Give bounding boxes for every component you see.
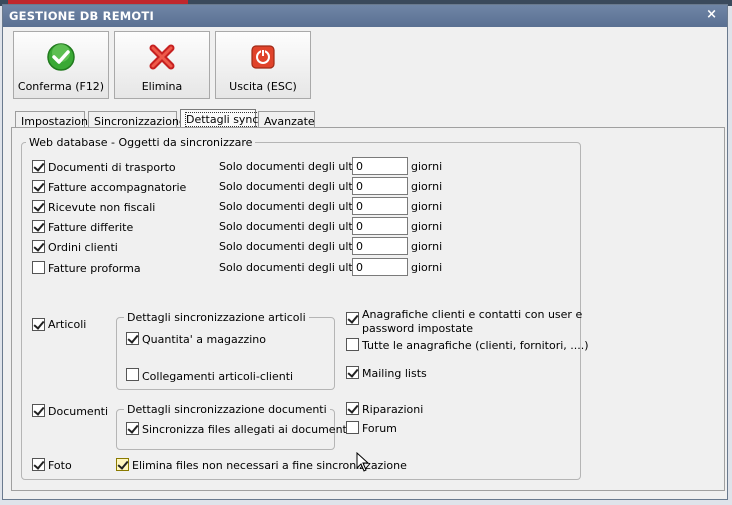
days-input[interactable] (352, 217, 408, 235)
days-prefix-label: Solo documenti degli ultimi (219, 220, 370, 233)
days-prefix-label: Solo documenti degli ultimi (219, 261, 370, 274)
days-suffix-label: giorni (411, 240, 443, 253)
tab-avanzate[interactable]: Avanzate (258, 111, 315, 128)
riparazioni-label: Riparazioni (362, 403, 424, 416)
delete-label: Elimina (141, 80, 183, 93)
delete-files-checkbox[interactable] (116, 458, 129, 471)
document-checkbox[interactable] (32, 180, 45, 193)
mailing-lists-label: Mailing lists (362, 367, 427, 380)
attached-files-label: Sincronizza files allegati ai documenti (142, 423, 350, 436)
red-x-icon (149, 44, 175, 70)
tab-panel: Web database - Oggetti da sincronizzare … (11, 127, 725, 491)
document-checkbox[interactable] (32, 160, 45, 173)
document-label: Fatture proforma (48, 262, 141, 275)
days-suffix-label: giorni (411, 180, 443, 193)
document-label: Ordini clienti (48, 241, 118, 254)
foto-label: Foto (48, 459, 72, 472)
articoli-details-title: Dettagli sincronizzazione articoli (124, 311, 309, 324)
days-input[interactable] (352, 177, 408, 195)
document-checkbox[interactable] (32, 200, 45, 213)
quantity-checkbox[interactable] (126, 332, 139, 345)
days-suffix-label: giorni (411, 200, 443, 213)
documenti-label: Documenti (48, 405, 109, 418)
tab-impostazioni[interactable]: Impostazioni (15, 111, 91, 128)
document-label: Fatture differite (48, 221, 134, 234)
tab-label: Dettagli sync (184, 112, 260, 127)
days-input[interactable] (352, 258, 408, 276)
anagrafiche-user-label-2: password impostate (362, 322, 474, 335)
documenti-details-title: Dettagli sincronizzazione documenti (124, 403, 330, 416)
days-input[interactable] (352, 197, 408, 215)
documenti-checkbox[interactable] (32, 404, 45, 417)
anagrafiche-user-checkbox[interactable] (346, 312, 359, 325)
document-label: Documenti di trasporto (48, 161, 176, 174)
days-prefix-label: Solo documenti degli ultimi (219, 180, 370, 193)
forum-label: Forum (362, 422, 397, 435)
days-suffix-label: giorni (411, 220, 443, 233)
mailing-lists-checkbox[interactable] (346, 366, 359, 379)
days-prefix-label: Solo documenti degli ultimi (219, 200, 370, 213)
document-checkbox[interactable] (32, 240, 45, 253)
days-prefix-label: Solo documenti degli ultimi (219, 160, 370, 173)
mouse-cursor-icon (356, 452, 370, 472)
days-input[interactable] (352, 157, 408, 175)
days-suffix-label: giorni (411, 160, 443, 173)
all-anagrafiche-label: Tutte le anagrafiche (clienti, fornitori… (362, 339, 589, 352)
tab-dettagli-sync[interactable]: Dettagli sync (180, 109, 260, 129)
anagrafiche-user-label-1: Anagrafiche clienti e contatti con user … (362, 308, 583, 321)
close-icon[interactable]: × (706, 7, 717, 22)
document-checkbox[interactable] (32, 220, 45, 233)
window-title: GESTIONE DB REMOTI (9, 9, 154, 23)
days-input[interactable] (352, 237, 408, 255)
article-links-checkbox[interactable] (126, 368, 139, 381)
all-anagrafiche-checkbox[interactable] (346, 338, 359, 351)
quantity-label: Quantita' a magazzino (142, 333, 267, 346)
exit-button[interactable]: Uscita (ESC) (215, 31, 311, 99)
days-prefix-label: Solo documenti degli ultimi (219, 240, 370, 253)
sync-objects-group-title: Web database - Oggetti da sincronizzare (26, 136, 256, 149)
green-check-icon (47, 43, 75, 71)
exit-label: Uscita (ESC) (229, 80, 297, 93)
riparazioni-checkbox[interactable] (346, 402, 359, 415)
articoli-label: Articoli (48, 318, 87, 331)
tab-sincronizzazione[interactable]: Sincronizzazione (88, 111, 186, 128)
power-exit-icon (251, 45, 275, 69)
title-bar: GESTIONE DB REMOTI × (3, 5, 727, 27)
confirm-label: Conferma (F12) (17, 80, 105, 93)
forum-checkbox[interactable] (346, 421, 359, 434)
confirm-button[interactable]: Conferma (F12) (13, 31, 109, 99)
document-checkbox[interactable] (32, 261, 45, 274)
document-label: Fatture accompagnatorie (48, 181, 187, 194)
dialog-window: GESTIONE DB REMOTI × Conferma (F12) Elim… (2, 4, 728, 500)
attached-files-checkbox[interactable] (126, 422, 139, 435)
document-label: Ricevute non fiscali (48, 201, 156, 214)
foto-checkbox[interactable] (32, 458, 45, 471)
delete-button[interactable]: Elimina (114, 31, 210, 99)
articoli-checkbox[interactable] (32, 318, 45, 331)
article-links-label: Collegamenti articoli-clienti (142, 370, 294, 383)
days-suffix-label: giorni (411, 261, 443, 274)
